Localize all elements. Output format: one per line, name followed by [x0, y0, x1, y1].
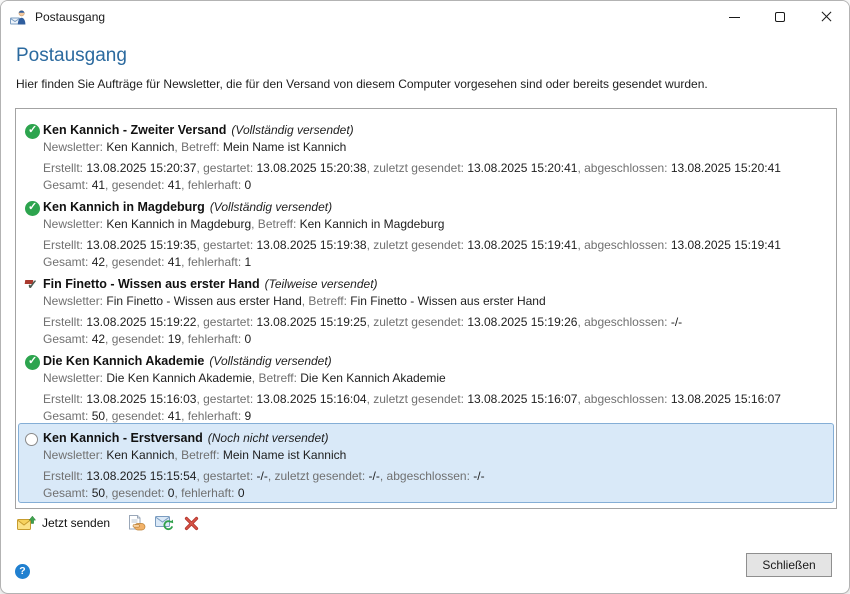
entry-title: Ken Kannich - Zweiter Versand	[43, 123, 226, 137]
outbox-entry[interactable]: Ken Kannich - Erstversand (Noch nicht ver…	[18, 423, 834, 503]
title-bar[interactable]: Postausgang	[1, 1, 849, 33]
entry-title: Die Ken Kannich Akademie	[43, 354, 204, 368]
circle-outline-icon	[25, 433, 38, 446]
window: Postausgang Postausgang Hier finden Sie …	[0, 0, 850, 594]
entry-dates-line: Erstellt: 13.08.2025 15:19:22, gestartet…	[43, 314, 829, 331]
outbox-toolbar: Jetzt senden	[17, 512, 202, 534]
entry-newsletter-line: Newsletter: Ken Kannich, Betreff: Mein N…	[43, 447, 829, 464]
entry-status: (Noch nicht versendet)	[208, 431, 329, 445]
entry-title-line: Ken Kannich - Zweiter Versand (Vollständi…	[43, 122, 829, 139]
manual-send-button[interactable]	[126, 513, 148, 533]
page-title: Postausgang	[16, 45, 127, 67]
maximize-icon	[775, 12, 785, 22]
entry-title-line: Ken Kannich in Magdeburg (Vollständig ver…	[43, 199, 829, 216]
entry-dates-line: Erstellt: 13.08.2025 15:15:54, gestartet…	[43, 468, 829, 485]
maximize-button[interactable]	[757, 1, 803, 33]
entry-status: (Vollständig versendet)	[231, 123, 353, 137]
entry-dates-line: Erstellt: 13.08.2025 15:19:35, gestartet…	[43, 237, 829, 254]
send-now-label: Jetzt senden	[42, 516, 110, 530]
outbox-entry[interactable]: Ken Kannich - Zweiter Versand (Vollständi…	[18, 115, 834, 192]
entry-newsletter-line: Newsletter: Ken Kannich, Betreff: Mein N…	[43, 139, 829, 156]
check-circle-icon	[25, 124, 40, 139]
mail-refresh-icon	[155, 515, 174, 531]
send-now-button[interactable]: Jetzt senden	[17, 515, 110, 531]
page-subtitle: Hier finden Sie Aufträge für Newsletter,…	[16, 77, 708, 91]
help-button[interactable]: ?	[15, 564, 30, 579]
entry-counts-line: Gesamt: 50, gesendet: 0, fehlerhaft: 0	[43, 485, 829, 502]
outbox-entry[interactable]: Die Ken Kannich Akademie (Vollständig ver…	[18, 346, 834, 423]
entry-newsletter-line: Newsletter: Fin Finetto - Wissen aus ers…	[43, 293, 829, 310]
entry-title: Ken Kannich - Erstversand	[43, 431, 203, 445]
close-button[interactable]	[803, 1, 849, 33]
entry-newsletter-line: Newsletter: Die Ken Kannich Akademie, Be…	[43, 370, 829, 387]
window-title: Postausgang	[35, 10, 105, 24]
entry-title-line: Die Ken Kannich Akademie (Vollständig ver…	[43, 353, 829, 370]
entry-dates-line: Erstellt: 13.08.2025 15:20:37, gestartet…	[43, 160, 829, 177]
resend-button[interactable]	[153, 513, 175, 533]
hand-document-icon	[128, 515, 146, 532]
entry-dates-line: Erstellt: 13.08.2025 15:16:03, gestartet…	[43, 391, 829, 408]
window-controls	[711, 1, 849, 33]
minimize-icon	[729, 17, 740, 18]
entry-status: (Vollständig versendet)	[210, 200, 332, 214]
delete-button[interactable]	[180, 513, 202, 533]
close-dialog-button[interactable]: Schließen	[746, 553, 832, 577]
entry-title: Fin Finetto - Wissen aus erster Hand	[43, 277, 260, 291]
partial-check-icon	[25, 278, 40, 293]
postman-app-icon	[10, 9, 27, 25]
delete-x-icon	[184, 516, 199, 531]
check-circle-icon	[25, 355, 40, 370]
outbox-list[interactable]: Ken Kannich - Zweiter Versand (Vollständi…	[15, 108, 837, 509]
outbox-entry[interactable]: Fin Finetto - Wissen aus erster Hand (Tei…	[18, 269, 834, 346]
entry-title-line: Fin Finetto - Wissen aus erster Hand (Tei…	[43, 276, 829, 293]
entry-status: (Teilweise versendet)	[265, 277, 378, 291]
check-circle-icon	[25, 201, 40, 216]
minimize-button[interactable]	[711, 1, 757, 33]
entry-status: (Vollständig versendet)	[209, 354, 331, 368]
send-mail-icon	[17, 515, 36, 531]
entry-title: Ken Kannich in Magdeburg	[43, 200, 205, 214]
entry-title-line: Ken Kannich - Erstversand (Noch nicht ver…	[43, 430, 829, 447]
entry-newsletter-line: Newsletter: Ken Kannich in Magdeburg, Be…	[43, 216, 829, 233]
outbox-entry[interactable]: Ken Kannich in Magdeburg (Vollständig ver…	[18, 192, 834, 269]
